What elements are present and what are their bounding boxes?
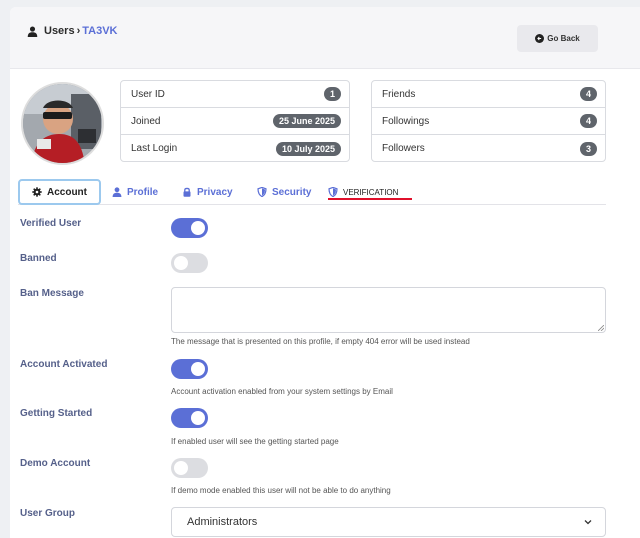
tab-security[interactable]: Security [257,179,311,205]
verified-user-label: Verified User [20,218,82,229]
tab-privacy[interactable]: Privacy [182,179,233,205]
stat-label: Joined [131,115,161,127]
breadcrumb-current: TA3VK [82,25,118,37]
demo-account-toggle[interactable] [171,458,208,478]
user-group-selected-value: Administrators [187,516,258,528]
stat-value-badge: 25 June 2025 [272,114,341,128]
stat-joined: Joined 25 June 2025 [121,108,349,135]
avatar [21,82,104,165]
breadcrumb: Users › TA3VK [27,25,118,37]
card-header: Users › TA3VK Go Back [10,7,640,69]
account-activated-toggle[interactable] [171,359,208,379]
getting-started-label: Getting Started [20,408,93,419]
verified-user-toggle[interactable] [171,218,208,238]
shield-icon [328,187,338,197]
resize-grip-icon[interactable] [598,325,604,331]
stat-value-badge: 10 July 2025 [275,141,341,156]
tab-label: VERIFICATION [343,187,399,197]
demo-account-help: If demo mode enabled this user will not … [171,486,391,495]
shield-icon [257,187,267,197]
stat-value-badge: 3 [579,141,597,156]
stat-friends: Friends 4 [372,81,605,108]
stats-left: User ID 1 Joined 25 June 2025 Last Login… [120,80,350,162]
tab-profile[interactable]: Profile [112,179,158,205]
stat-followings: Followings 4 [372,108,605,135]
banned-label: Banned [20,253,57,264]
go-back-button[interactable]: Go Back [517,25,598,52]
getting-started-toggle[interactable] [171,408,208,428]
stat-value-badge: 4 [579,114,597,128]
breadcrumb-separator: › [76,25,81,37]
tab-label: Account [47,186,87,198]
gear-icon [32,187,42,197]
user-group-select[interactable]: Administrators [171,507,606,537]
stat-label: Friends [382,88,416,100]
toggle-knob [191,221,205,235]
go-back-label: Go Back [547,34,580,43]
stats-right: Friends 4 Followings 4 Followers 3 [371,80,606,162]
ban-message-label: Ban Message [20,288,84,299]
banned-toggle[interactable] [171,253,208,273]
tab-bar: Account Profile Privacy Security VERIFIC… [18,179,606,205]
stat-label: Followings [382,115,430,127]
stat-value-badge: 1 [323,87,341,101]
getting-started-help: If enabled user will see the getting sta… [171,437,339,446]
toggle-knob [174,461,188,475]
toggle-knob [191,362,205,376]
tab-label: Profile [127,186,159,198]
tab-active-underline [328,198,412,200]
ban-message-help: The message that is presented on this pr… [171,337,470,346]
stat-label: Followers [382,143,425,154]
stat-last-login: Last Login 10 July 2025 [121,135,349,162]
account-activated-label: Account Activated [20,359,108,370]
stat-followers: Followers 3 [372,135,605,162]
chevron-down-icon [584,520,592,525]
tab-label: Privacy [197,186,233,198]
stat-user-id: User ID 1 [121,81,349,108]
stat-label: User ID [131,88,165,100]
toggle-knob [174,256,188,270]
user-icon [27,25,38,37]
avatar-photo [23,84,102,163]
toggle-knob [191,411,205,425]
ban-message-textarea[interactable] [171,287,606,333]
tab-account[interactable]: Account [18,179,101,205]
arrow-left-circle-icon [535,34,545,43]
stat-value-badge: 4 [579,87,597,101]
user-edit-card: Users › TA3VK Go Back User ID 1 Joined 2… [10,7,640,538]
breadcrumb-users-link[interactable]: Users [44,25,75,37]
demo-account-label: Demo Account [20,458,91,469]
user-icon [112,187,122,197]
lock-icon [183,187,191,197]
tab-verification[interactable]: VERIFICATION [328,179,398,205]
stat-label: Last Login [131,143,178,154]
tab-label: Security [272,186,312,198]
account-activated-help: Account activation enabled from your sys… [171,387,393,396]
user-group-label: User Group [20,508,76,519]
